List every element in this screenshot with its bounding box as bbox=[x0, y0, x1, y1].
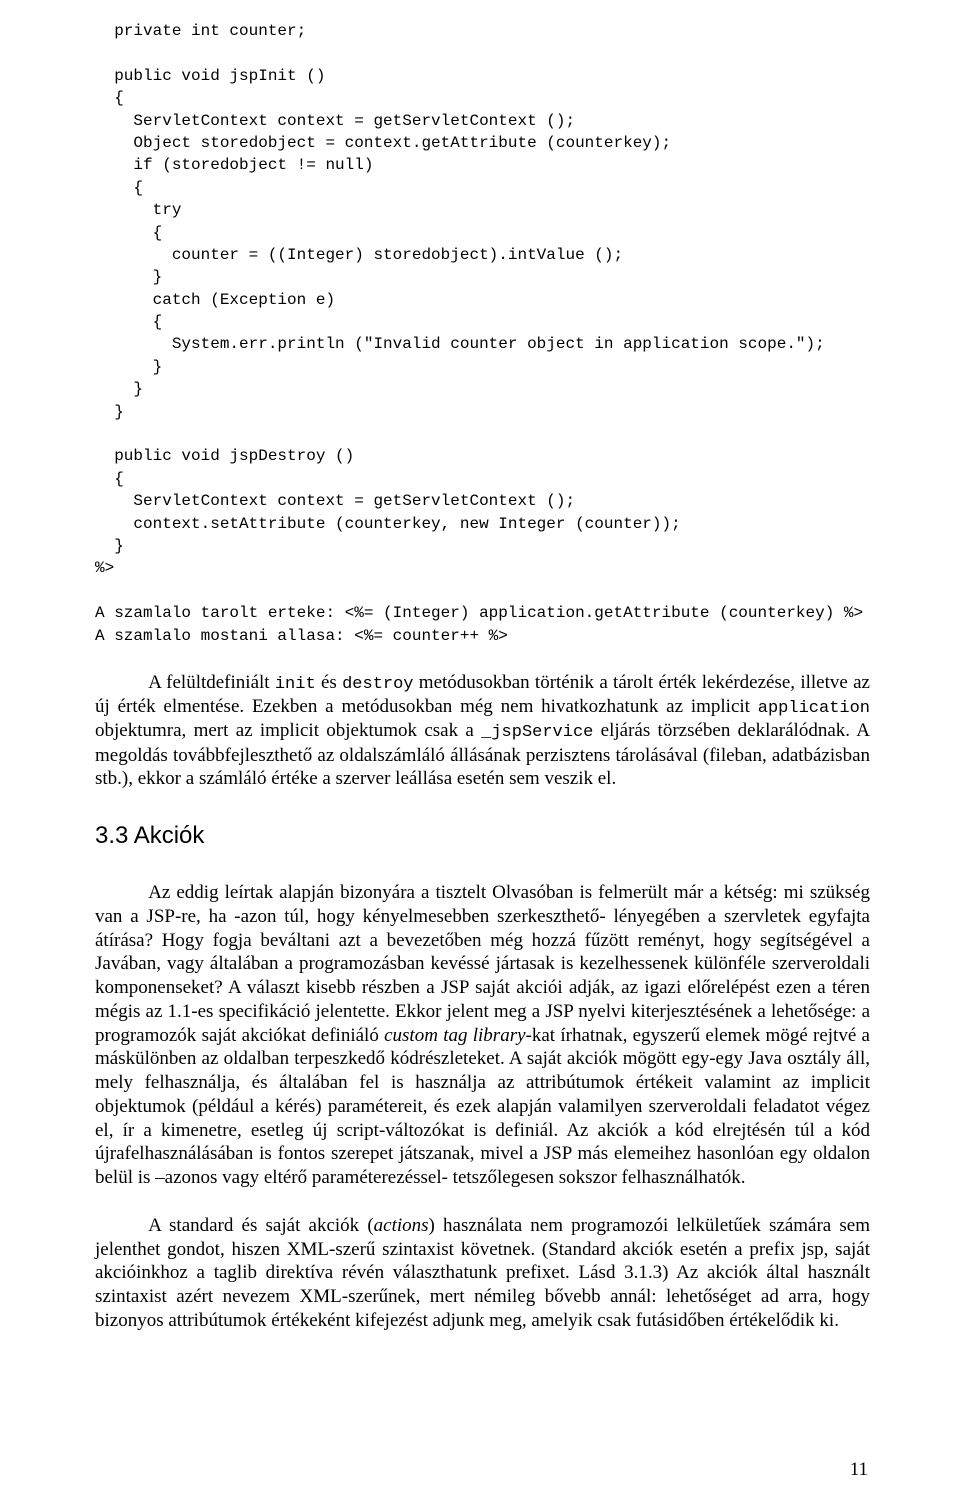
text: A standard és saját akciók ( bbox=[148, 1215, 373, 1236]
text: Az eddig leírtak alapján bizonyára a tis… bbox=[95, 882, 870, 1046]
text: és bbox=[316, 672, 342, 693]
italic-custom-tag: custom tag library bbox=[384, 1025, 525, 1046]
code-inline-init: init bbox=[275, 675, 316, 694]
text: A felültdefiniált bbox=[148, 672, 275, 693]
text: objektumra, mert az implicit objektumok … bbox=[95, 720, 481, 741]
paragraph-akciok-2: A standard és saját akciók (actions) has… bbox=[95, 1214, 870, 1333]
page-number: 11 bbox=[850, 1458, 868, 1482]
italic-actions: actions bbox=[374, 1215, 429, 1236]
code-inline-destroy: destroy bbox=[342, 675, 413, 694]
paragraph-akciok-1: Az eddig leírtak alapján bizonyára a tis… bbox=[95, 881, 870, 1190]
code-inline-application: application bbox=[758, 699, 870, 718]
code-inline-jspservice: _jspService bbox=[481, 723, 593, 742]
code-block: private int counter; public void jspInit… bbox=[95, 20, 870, 647]
paragraph-init-destroy: A felültdefiniált init és destroy metódu… bbox=[95, 671, 870, 791]
text: -kat írhatnak, egyszerű elemek mögé rejt… bbox=[95, 1025, 870, 1189]
heading-akciok: 3.3 Akciók bbox=[95, 821, 870, 851]
page: private int counter; public void jspInit… bbox=[0, 0, 960, 1506]
